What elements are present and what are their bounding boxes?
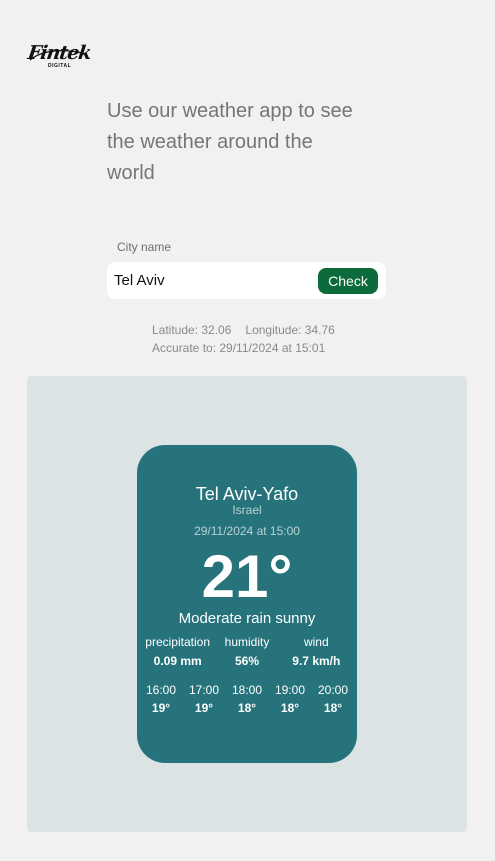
stat-label: precipitation: [145, 635, 211, 649]
hourly-item: 20:00 18°: [314, 683, 352, 715]
weather-card: Tel Aviv-Yafo Israel 29/11/2024 at 15:00…: [137, 445, 357, 763]
stat-precipitation: precipitation 0.09 mm: [143, 635, 212, 668]
latitude-text: Latitude: 32.06: [152, 323, 232, 337]
hourly-item: 17:00 19°: [185, 683, 223, 715]
logo-wordmark: Fintek: [26, 42, 93, 64]
weather-condition: Moderate rain sunny: [178, 610, 316, 627]
hourly-forecast: 16:00 19° 17:00 19° 18:00 18° 19:00 18° …: [142, 683, 352, 715]
stat-humidity: humidity 56%: [212, 635, 281, 668]
page-headline: Use our weather app to see the weather a…: [107, 100, 353, 184]
longitude-text: Longitude: 34.76: [245, 323, 335, 337]
city-name-input[interactable]: [114, 262, 314, 299]
coordinates-info: Latitude: 32.06 Longitude: 34.76 Accurate…: [152, 321, 335, 357]
check-button[interactable]: Check: [318, 268, 378, 294]
stat-wind: wind 9.7 km/h: [282, 635, 351, 668]
hourly-item: 18:00 18°: [228, 683, 266, 715]
weather-panel: Tel Aviv-Yafo Israel 29/11/2024 at 15:00…: [27, 376, 467, 832]
city-name-label: City name: [117, 240, 172, 254]
hourly-temp: 18°: [237, 701, 257, 715]
logo-tagline: DIGITAL: [48, 63, 72, 69]
hourly-time: 18:00: [231, 683, 263, 697]
current-temperature: 21°: [201, 543, 293, 610]
stat-label: humidity: [224, 635, 270, 649]
hourly-item: 16:00 19°: [142, 683, 180, 715]
weather-city-name: Tel Aviv-Yafo: [195, 484, 299, 504]
hourly-time: 19:00: [274, 683, 306, 697]
hourly-time: 20:00: [317, 683, 349, 697]
stat-value: 0.09 mm: [153, 654, 202, 668]
coordinates-row: Latitude: 32.06 Longitude: 34.76: [152, 321, 335, 339]
hourly-temp: 18°: [280, 701, 300, 715]
brand-logo: Fintek DIGITAL: [26, 42, 92, 72]
weather-datetime: 29/11/2024 at 15:00: [194, 524, 300, 538]
hourly-temp: 18°: [323, 701, 343, 715]
hourly-item: 19:00 18°: [271, 683, 309, 715]
hourly-time: 16:00: [145, 683, 177, 697]
hourly-time: 17:00: [188, 683, 220, 697]
accurate-to-text: Accurate to: 29/11/2024 at 15:01: [152, 341, 326, 355]
stat-value: 9.7 km/h: [292, 654, 341, 668]
weather-country: Israel: [232, 503, 262, 517]
weather-stats: precipitation 0.09 mm humidity 56% wind …: [143, 635, 351, 668]
hourly-temp: 19°: [151, 701, 171, 715]
stat-value: 56%: [234, 654, 259, 668]
city-search-box: Check: [107, 262, 386, 299]
hourly-temp: 19°: [194, 701, 214, 715]
stat-label: wind: [303, 635, 329, 649]
